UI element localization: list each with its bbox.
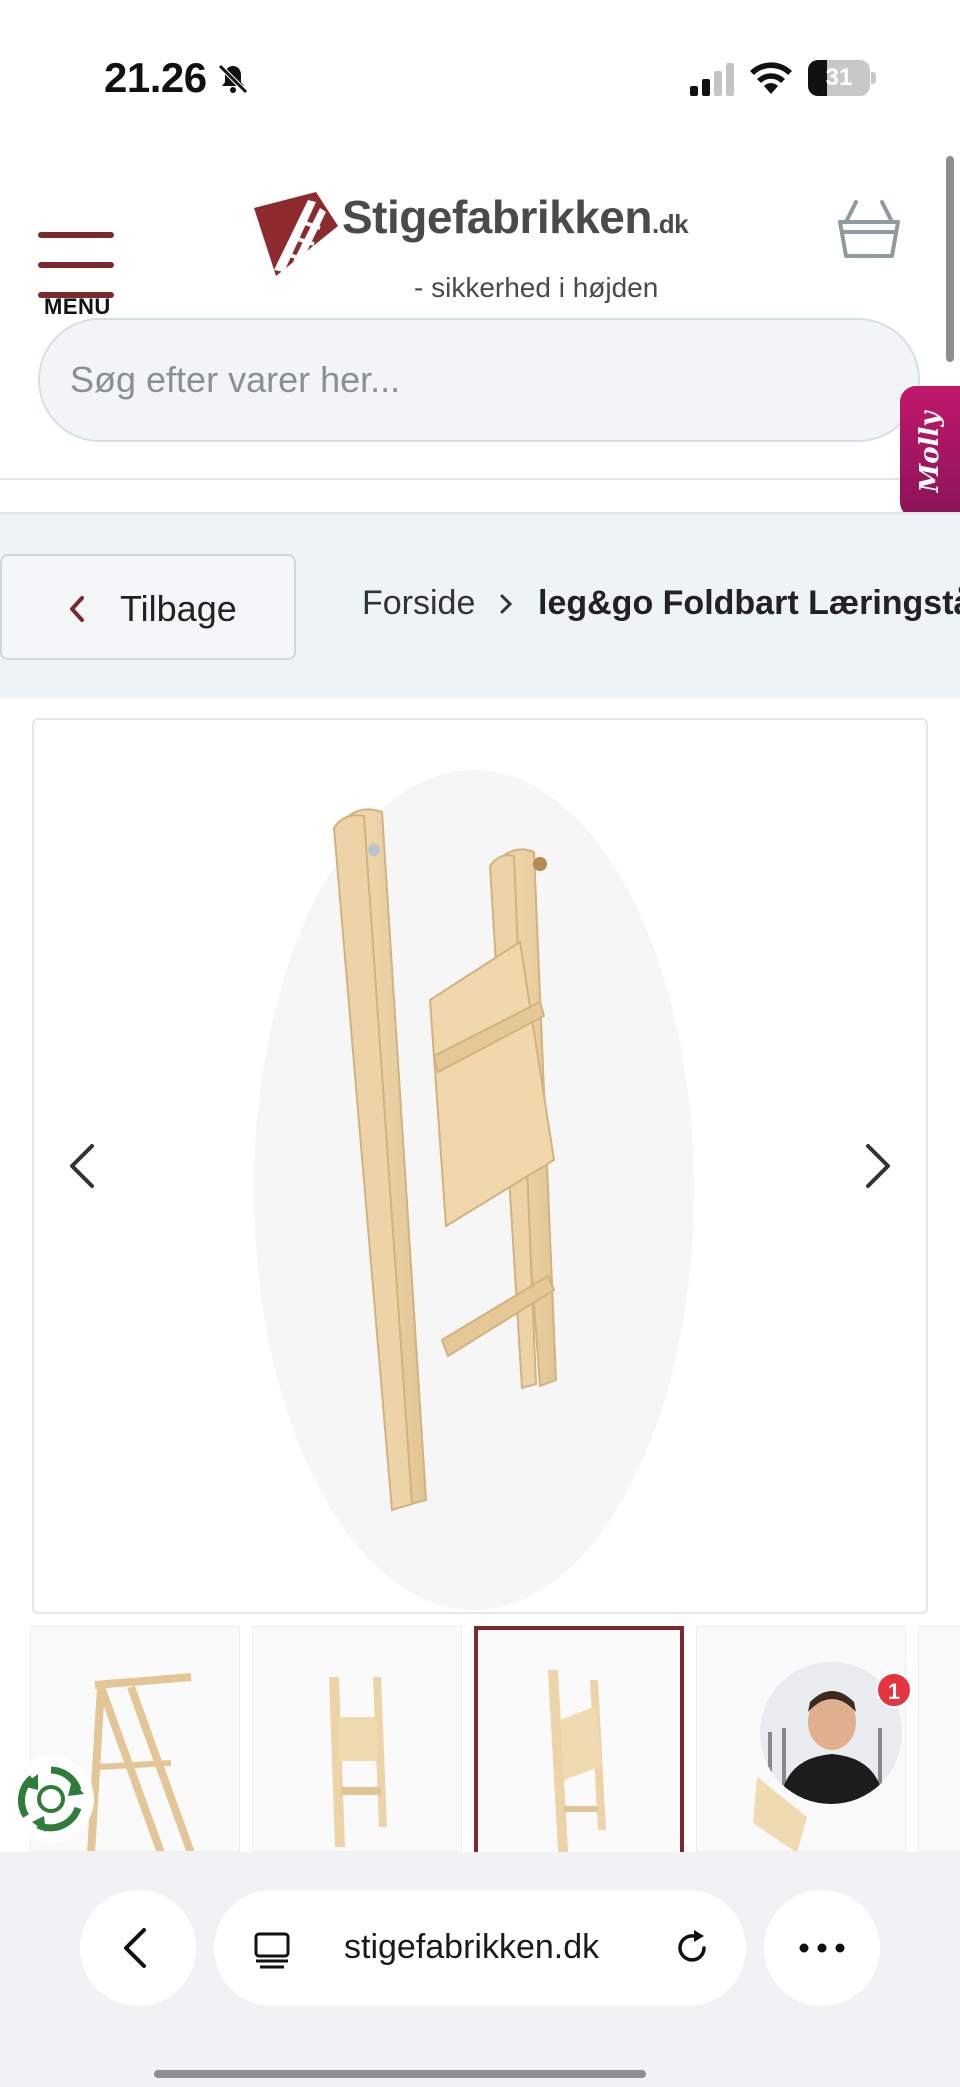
gallery-prev-button[interactable] <box>62 1138 102 1194</box>
thumbnail-5[interactable] <box>918 1626 960 1852</box>
recycle-icon[interactable] <box>8 1756 94 1842</box>
breadcrumb: Tilbage Forside leg&go Foldbart Læringst… <box>0 512 960 698</box>
scrollbar[interactable] <box>946 156 954 362</box>
back-icon <box>124 1928 146 1968</box>
home-indicator[interactable] <box>154 2070 646 2078</box>
logo-tld: .dk <box>652 209 689 239</box>
battery-icon: 31 <box>808 60 876 96</box>
molly-chat-label: Molly <box>915 411 945 493</box>
thumbnail-2[interactable] <box>252 1626 462 1852</box>
tabs-icon[interactable] <box>252 1930 292 1970</box>
more-icon <box>799 1943 845 1953</box>
more-options-button[interactable] <box>764 1890 880 2006</box>
thumbnail-3[interactable] <box>474 1626 684 1852</box>
reload-icon[interactable] <box>672 1928 712 1968</box>
breadcrumb-current: leg&go Foldbart Læringstå <box>538 584 960 622</box>
status-time: 21.26 <box>104 54 207 101</box>
thumbnail-image <box>548 1670 606 1852</box>
cellular-signal-icon <box>690 63 734 96</box>
breadcrumb-home-link[interactable]: Forside <box>362 584 475 623</box>
battery-percentage: 31 <box>825 64 853 91</box>
gallery-next-button[interactable] <box>858 1138 898 1194</box>
browser-back-button[interactable] <box>80 1890 196 2006</box>
menu-label: MENU <box>44 294 111 319</box>
back-label: Tilbage <box>120 588 237 629</box>
site-header: MENU Stigefabrikken.dk - sikkerhed i høj… <box>0 150 960 480</box>
chevron-left-icon <box>70 596 84 622</box>
status-bar: 21.26 31 <box>0 0 960 150</box>
logo-wordmark: Stigefabrikken <box>342 191 653 243</box>
product-main-image[interactable] <box>32 718 928 1614</box>
address-bar[interactable]: stigefabrikken.dk <box>214 1890 746 2006</box>
chevron-right-icon <box>500 594 513 614</box>
back-button[interactable]: Tilbage <box>0 554 296 660</box>
bell-muted-icon <box>218 64 248 94</box>
basket-icon[interactable] <box>836 198 902 262</box>
browser-toolbar: stigefabrikken.dk <box>0 1852 960 2087</box>
ladder-logo-icon <box>254 192 338 276</box>
search-input[interactable] <box>38 318 920 442</box>
thumbnail-image <box>329 1677 387 1847</box>
chat-notification-badge: 1 <box>876 1672 912 1708</box>
menu-button[interactable]: MENU <box>36 190 126 319</box>
hamburger-bar <box>38 262 114 268</box>
site-logo[interactable]: Stigefabrikken.dk - sikkerhed i højden <box>246 186 689 303</box>
molly-chat-tab[interactable]: Molly <box>900 386 960 518</box>
wifi-icon <box>750 62 792 94</box>
url-text: stigefabrikken.dk <box>344 1928 600 1966</box>
logo-name: Stigefabrikken.dk <box>342 190 689 244</box>
logo-tagline: - sikkerhed i højden <box>414 272 659 303</box>
product-photo <box>254 770 694 1610</box>
hamburger-icon <box>38 232 114 238</box>
